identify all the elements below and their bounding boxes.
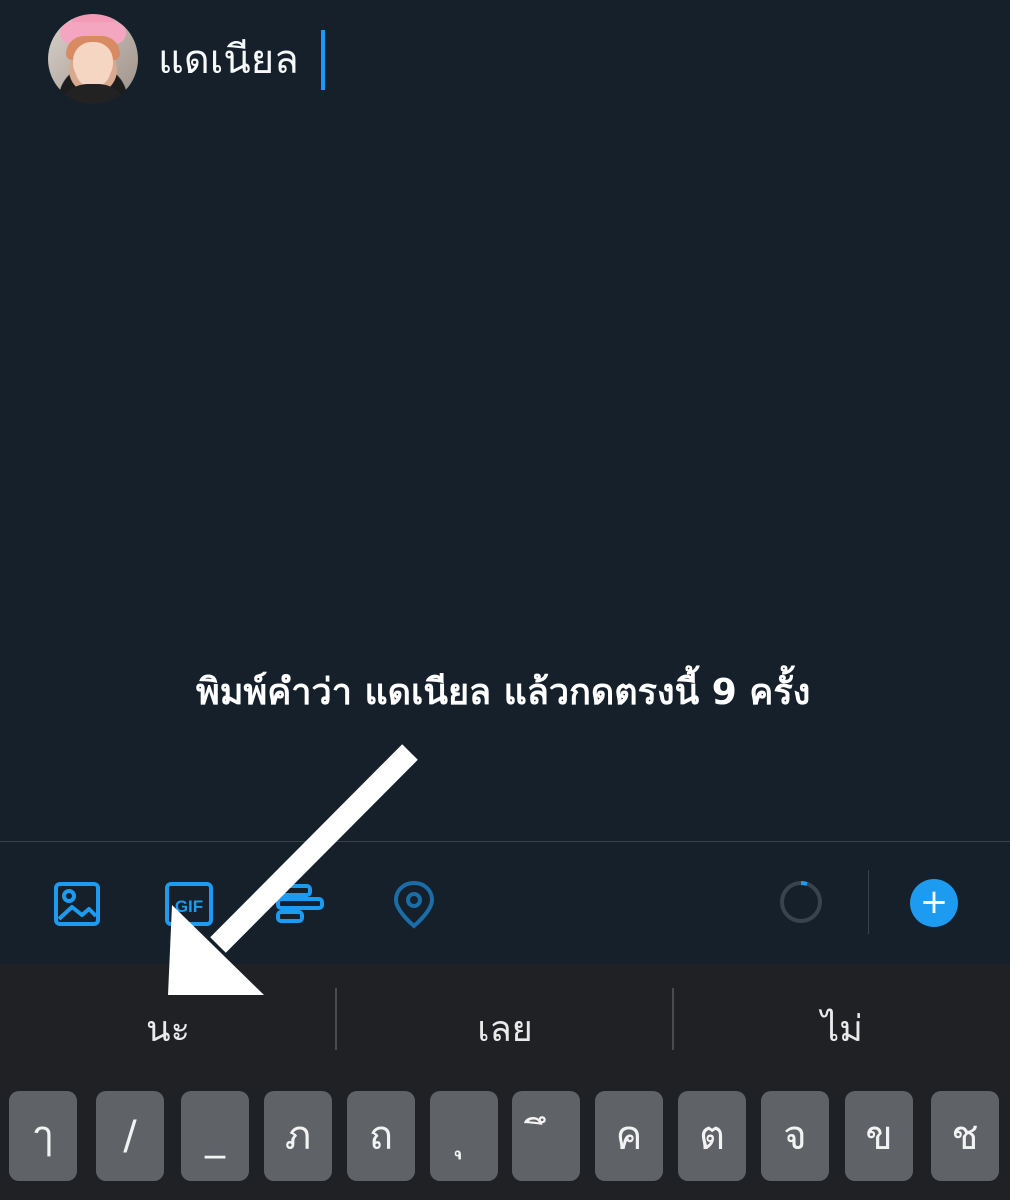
poll-icon[interactable]	[274, 878, 326, 930]
face-detail	[73, 42, 113, 84]
gif-label: GIF	[175, 897, 203, 916]
compose-toolbar: GIF +	[0, 842, 1010, 964]
key[interactable]: ข	[845, 1091, 913, 1181]
instruction-text: พิมพ์คำว่า แดเนียล แล้วกดตรงนี้ 9 ครั้ง	[196, 672, 811, 713]
suggestion-1[interactable]: นะ	[0, 988, 336, 1072]
key[interactable]: ึ	[512, 1091, 580, 1181]
shirt-detail	[58, 84, 128, 104]
key[interactable]: ุ	[430, 1091, 498, 1181]
suggestion-2[interactable]: เลย	[337, 988, 673, 1072]
progress-ring-icon	[778, 879, 824, 925]
key[interactable]: _	[181, 1091, 249, 1181]
image-icon[interactable]	[51, 878, 103, 930]
key[interactable]: /	[96, 1091, 164, 1181]
text-caret	[321, 30, 325, 90]
add-thread-button[interactable]: +	[910, 879, 958, 927]
compose-area[interactable]: แดเนียล พิมพ์คำว่า แดเนียล แล้วกดตรงนี้ …	[0, 0, 1010, 842]
toolbar-separator	[868, 870, 869, 934]
keyboard: นะ เลย ไม่ ๅ / _ ภ ถ ุ ึ ค ต จ ข ช	[0, 964, 1010, 1200]
avatar[interactable]	[48, 14, 138, 104]
key[interactable]: ถ	[347, 1091, 415, 1181]
key[interactable]: ต	[678, 1091, 746, 1181]
key[interactable]: ค	[595, 1091, 663, 1181]
suggestion-bar: นะ เลย ไม่	[0, 964, 1010, 1084]
key-row: ๅ / _ ภ ถ ุ ึ ค ต จ ข ช	[0, 1091, 1010, 1187]
key[interactable]: ภ	[264, 1091, 332, 1181]
key[interactable]: ๅ	[9, 1091, 77, 1181]
key[interactable]: จ	[761, 1091, 829, 1181]
tweet-text[interactable]: แดเนียล	[158, 34, 299, 86]
key[interactable]: ช	[931, 1091, 999, 1181]
suggestion-3[interactable]: ไม่	[674, 988, 1010, 1072]
location-icon[interactable]	[388, 878, 440, 930]
gif-icon[interactable]: GIF	[163, 878, 215, 930]
